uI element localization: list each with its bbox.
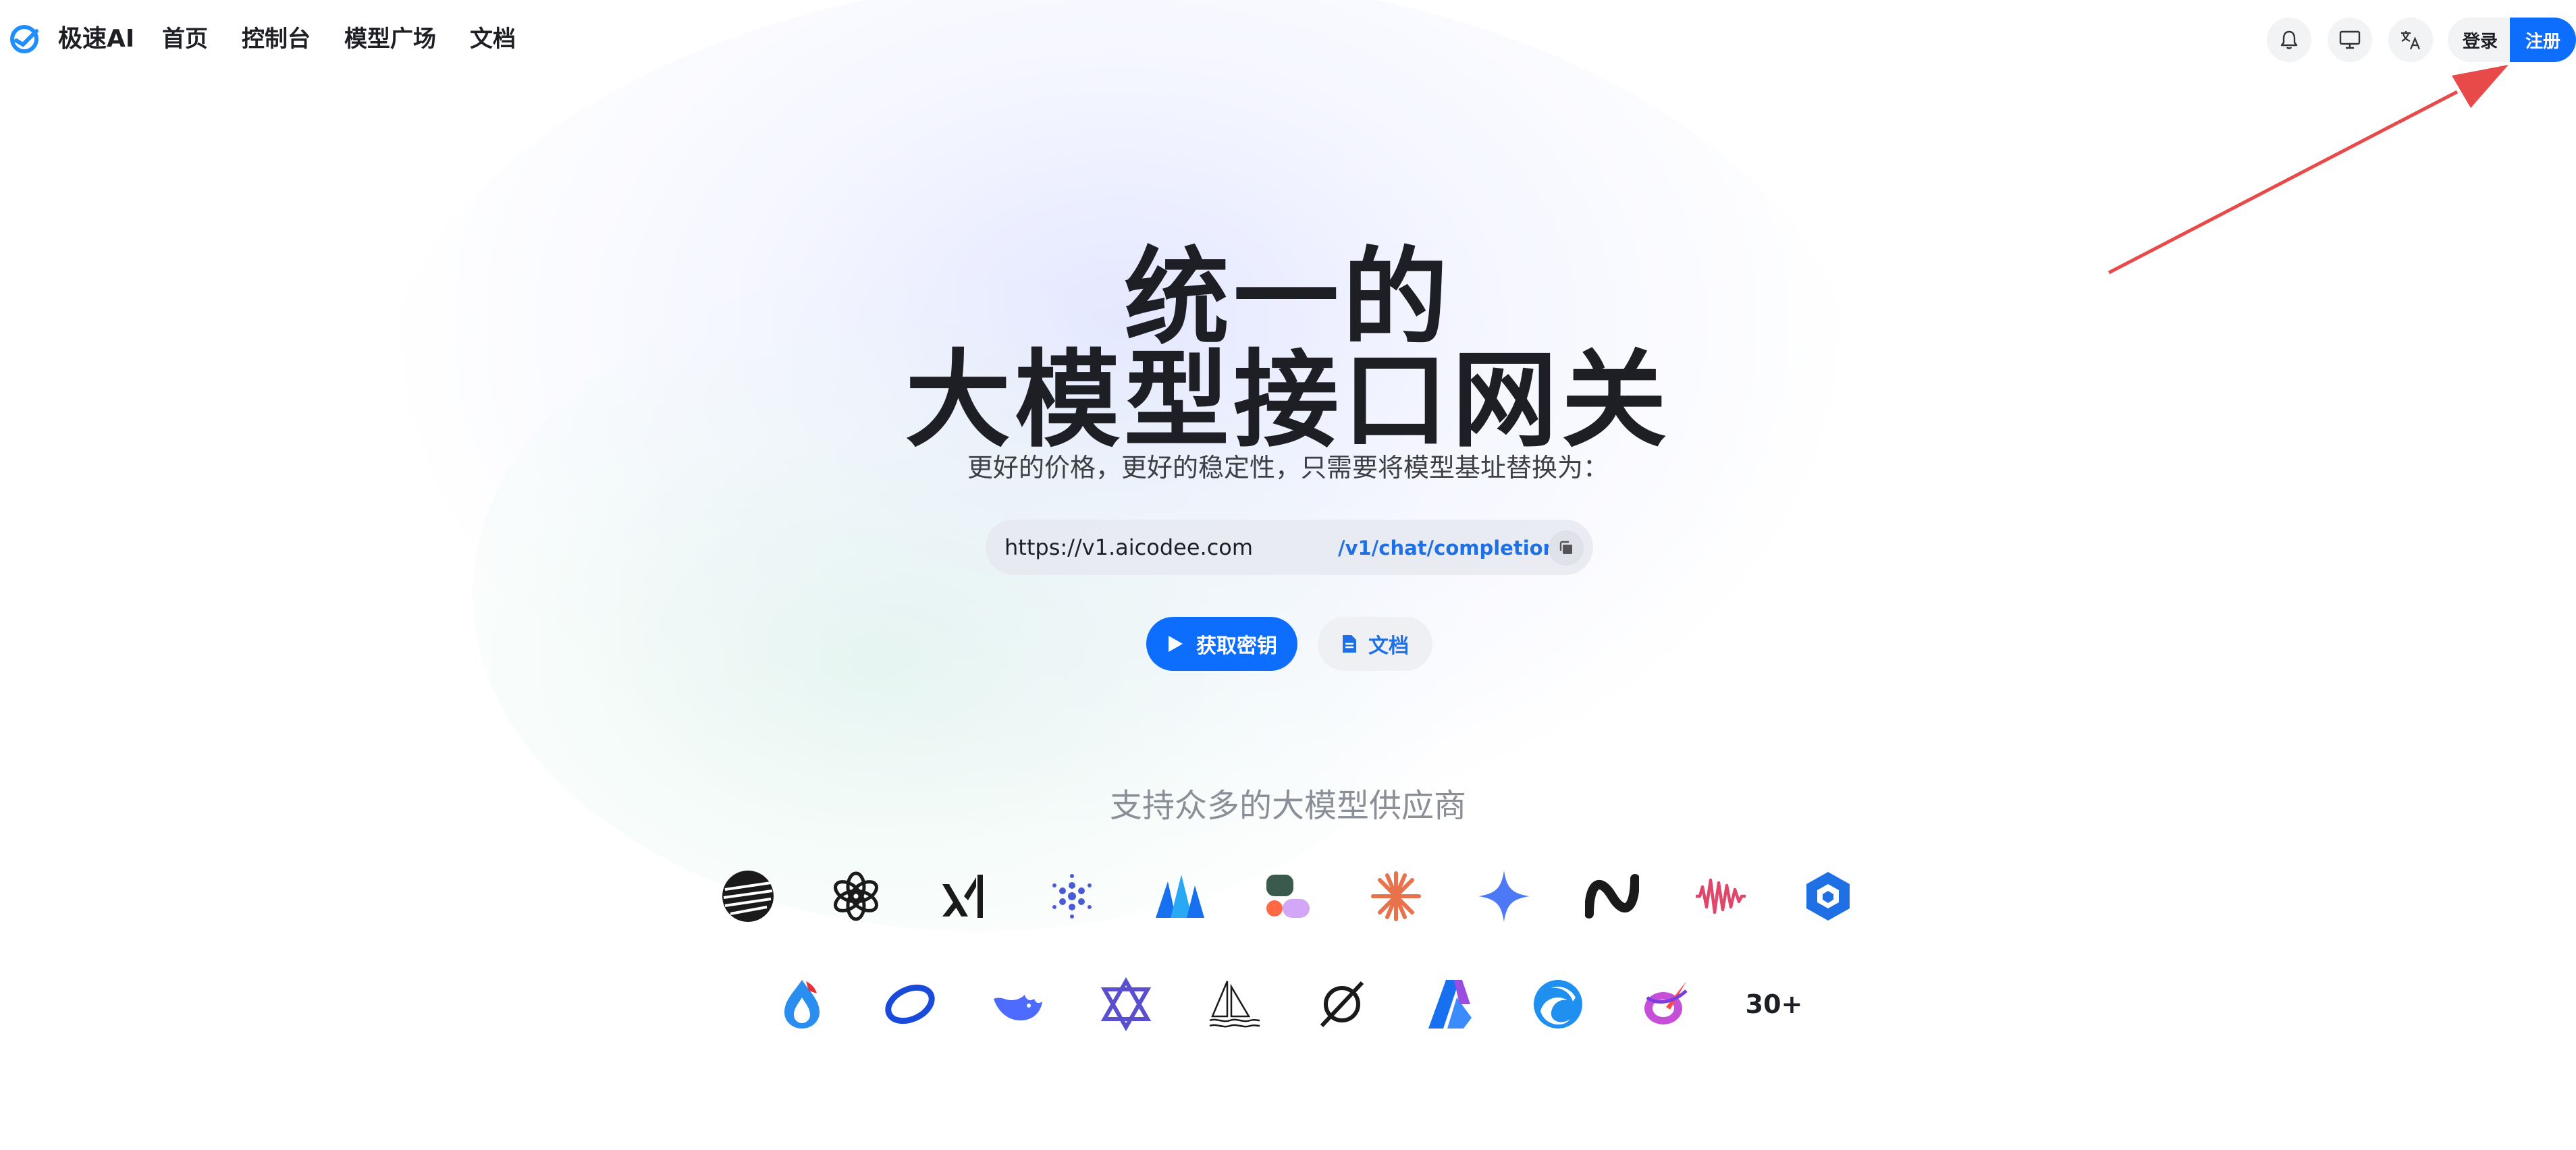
blue-swirl-icon [1531,977,1585,1031]
base-url-text[interactable]: https://v1.aicodee.com [1004,533,1253,562]
base-url-box: https://v1.aicodee.com /v1/chat/completi… [986,520,1593,575]
xai-icon [937,869,991,923]
slashed-circle-icon [1315,977,1369,1031]
sparkle-star-icon [1477,869,1531,923]
hero-title-line2: 大模型接口网关 [905,339,1671,462]
blob-shapes-icon [1261,869,1315,923]
provider-logos-row-2: 30+ [0,977,2576,1031]
flame-drop-icon [775,977,829,1031]
get-api-key-label: 获取密钥 [1196,634,1277,658]
comet-icon [1639,977,1693,1031]
docs-button[interactable]: 文档 [1318,617,1432,671]
play-icon [1169,636,1183,652]
providers-title: 支持众多的大模型供应商 [1109,787,1466,825]
sunburst-icon [1369,869,1423,923]
whale-icon [991,977,1045,1031]
hexagon-cube-icon [1801,869,1855,923]
copy-icon [1559,541,1572,554]
hero-subtitle: 更好的价格，更好的稳定性，只需要将模型基址替换为： [967,453,1609,483]
copy-button[interactable] [1549,530,1584,566]
audio-wave-icon [1693,869,1747,923]
more-providers-count: 30+ [1745,977,1803,1031]
document-icon [1343,635,1356,653]
a-shape-icon [1423,977,1477,1031]
sailboat-icon [1207,977,1261,1031]
orbit-ring-icon [883,977,937,1031]
docs-button-label: 文档 [1368,634,1409,658]
mountain-peaks-icon [1153,869,1207,923]
openai-knot-icon [829,869,883,923]
endpoint-path-text[interactable]: /v1/chat/completions [1338,535,1568,562]
striped-circle-icon [721,869,775,923]
dots-cluster-icon [1045,869,1099,923]
provider-logos-row-1 [0,869,2576,923]
more-providers-label: 30+ [1745,989,1803,1019]
triangle-knot-icon [1099,977,1153,1031]
get-api-key-button[interactable]: 获取密钥 [1146,617,1297,671]
wave-s-icon [1585,869,1639,923]
page: 极速AI 首页 控制台 模型广场 文档 登录 注册 统一的 大模型接口网关 更好… [0,0,2576,1150]
